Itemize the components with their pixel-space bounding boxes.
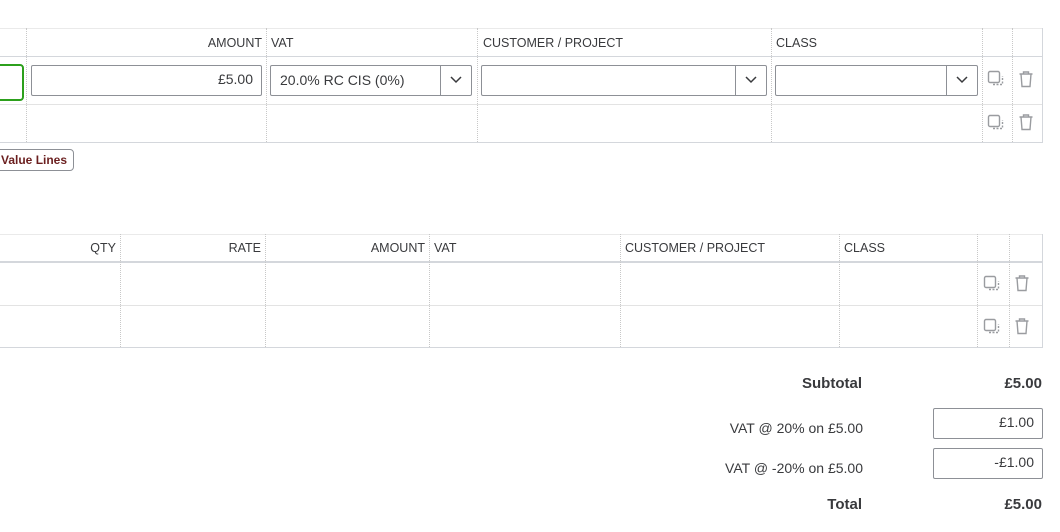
- vat-minus-20-label: VAT @ -20% on £5.00: [725, 460, 863, 476]
- total-value: £5.00: [1004, 496, 1042, 513]
- total-label: Total: [827, 496, 862, 513]
- header-class: CLASS: [776, 36, 817, 50]
- column-separator: [1009, 234, 1010, 347]
- header-divider: [0, 56, 1043, 57]
- column-separator: [477, 28, 478, 142]
- trash-icon[interactable]: [1013, 317, 1031, 335]
- copy-icon[interactable]: [987, 114, 1005, 132]
- vat-select[interactable]: 20.0% RC CIS (0%): [270, 65, 472, 96]
- column-separator: [265, 234, 266, 347]
- column-separator: [839, 234, 840, 347]
- header-class: CLASS: [844, 241, 885, 255]
- table-top-border: [0, 234, 1043, 235]
- column-separator: [977, 234, 978, 347]
- row-divider: [0, 142, 1043, 143]
- column-separator: [1042, 28, 1043, 142]
- vat-minus-20-amount-field[interactable]: -£1.00: [933, 448, 1043, 479]
- class-dropdown-button[interactable]: [946, 66, 977, 95]
- chevron-down-icon: [745, 76, 757, 84]
- column-separator: [1042, 234, 1043, 347]
- header-amount: AMOUNT: [370, 241, 425, 255]
- column-separator: [26, 28, 27, 142]
- amount-field[interactable]: £5.00: [31, 65, 262, 96]
- column-separator: [1012, 28, 1013, 142]
- column-separator: [429, 234, 430, 347]
- row-divider: [0, 305, 1043, 306]
- trash-icon[interactable]: [1017, 70, 1035, 88]
- vat-dropdown-button[interactable]: [440, 66, 471, 95]
- header-customer-project: CUSTOMER / PROJECT: [625, 241, 766, 255]
- copy-icon[interactable]: [983, 318, 1001, 336]
- row-divider: [0, 104, 1043, 105]
- customer-project-select[interactable]: [481, 65, 767, 96]
- trash-icon[interactable]: [1013, 274, 1031, 292]
- table-top-border: [0, 28, 1043, 29]
- column-separator: [620, 234, 621, 347]
- vat-20-label: VAT @ 20% on £5.00: [729, 420, 863, 436]
- header-customer-project: CUSTOMER / PROJECT: [483, 36, 624, 50]
- vat-select-value: 20.0% RC CIS (0%): [280, 72, 405, 88]
- header-vat: VAT: [434, 241, 457, 255]
- chevron-down-icon: [450, 76, 462, 84]
- column-separator: [266, 28, 267, 142]
- class-select[interactable]: [775, 65, 978, 96]
- copy-icon[interactable]: [983, 275, 1001, 293]
- header-amount: AMOUNT: [207, 36, 262, 50]
- header-divider: [0, 261, 1043, 263]
- column-separator: [120, 234, 121, 347]
- subtotal-label: Subtotal: [802, 375, 862, 392]
- copy-icon[interactable]: [987, 70, 1005, 88]
- header-qty: QTY: [90, 241, 116, 255]
- header-vat: VAT: [271, 36, 294, 50]
- vat-20-amount-field[interactable]: £1.00: [933, 408, 1043, 439]
- subtotal-value: £5.00: [1004, 375, 1042, 392]
- description-field[interactable]: [0, 64, 24, 101]
- chevron-down-icon: [956, 76, 968, 84]
- column-separator: [982, 28, 983, 142]
- trash-icon[interactable]: [1017, 113, 1035, 131]
- column-separator: [771, 28, 772, 142]
- value-lines-button[interactable]: Value Lines: [0, 149, 75, 171]
- row-divider: [0, 347, 1043, 348]
- header-rate: RATE: [228, 241, 261, 255]
- customer-dropdown-button[interactable]: [735, 66, 766, 95]
